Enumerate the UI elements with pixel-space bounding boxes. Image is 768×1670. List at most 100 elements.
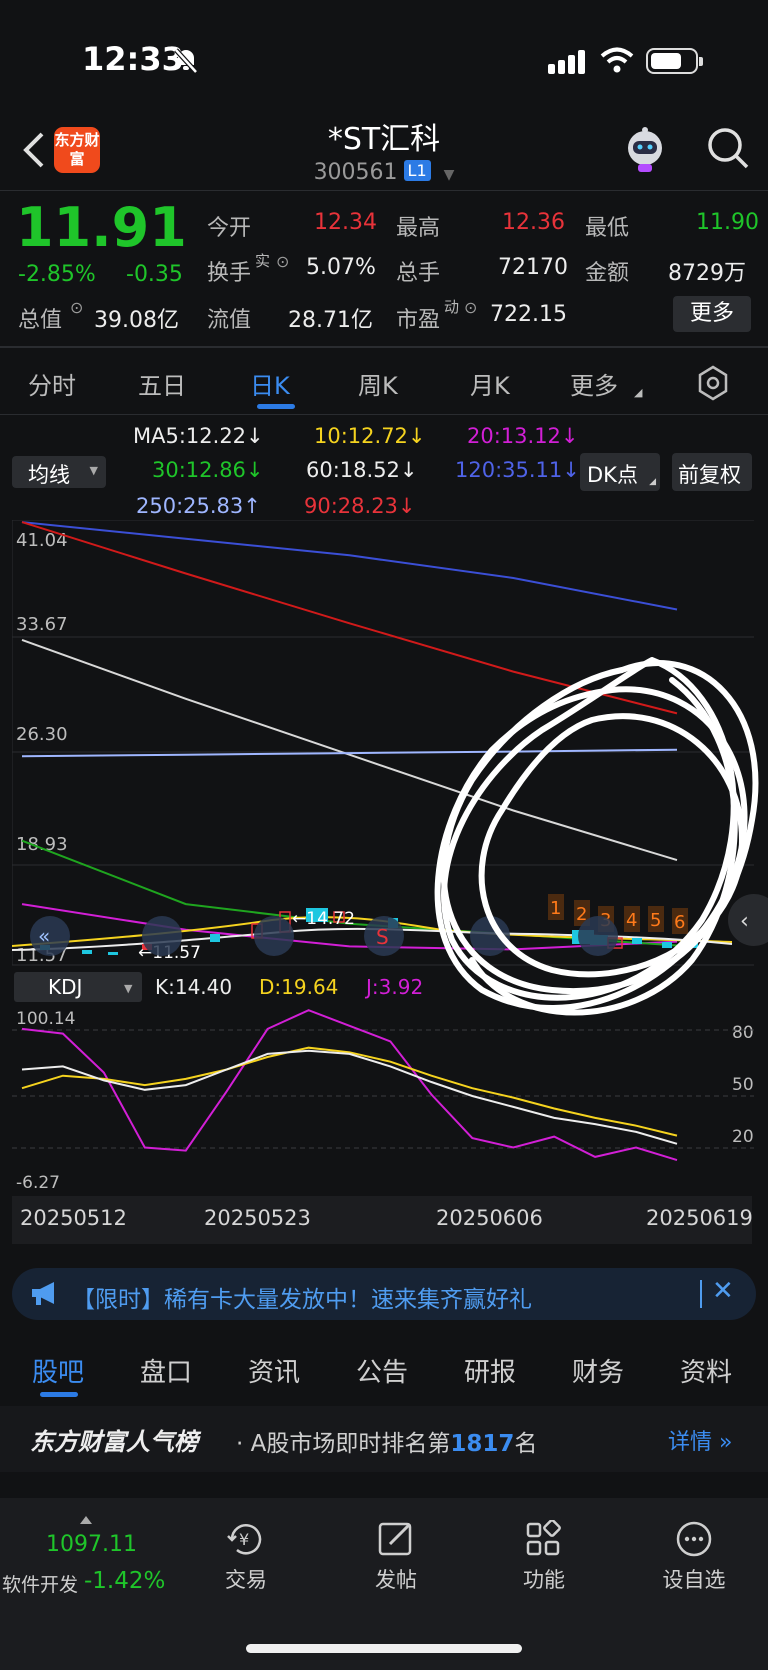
- battery-icon: [646, 48, 703, 74]
- tab-research[interactable]: 研报: [464, 1352, 516, 1389]
- status-time: 12:33: [82, 40, 184, 78]
- promo-text: 【限时】稀有卡大量发放中！速来集齐赢好礼: [72, 1287, 532, 1313]
- amount-label: 金额: [585, 261, 630, 286]
- stock-code: 300561: [313, 160, 398, 185]
- search-icon[interactable]: [706, 126, 750, 170]
- dk-markers: 1 2 3 4 5 6: [548, 894, 688, 934]
- rewind-icon: «: [38, 924, 50, 948]
- robot-assistant-icon[interactable]: [620, 126, 670, 174]
- tab-announcements[interactable]: 公告: [356, 1352, 408, 1389]
- date-label: 20250512: [20, 1206, 127, 1230]
- caret-up-icon[interactable]: [80, 1516, 92, 1524]
- home-indicator: [246, 1644, 522, 1653]
- pe-label: 市盈: [396, 308, 441, 333]
- marker-5: 5: [650, 910, 661, 931]
- adjust-button[interactable]: 前复权: [672, 453, 752, 491]
- low-label: 最低: [585, 216, 630, 241]
- kdj-d: D:19.64: [259, 975, 338, 999]
- info-icon[interactable]: ⊙: [70, 298, 83, 317]
- price-axis-2: 33.67: [16, 614, 68, 635]
- tab-finance[interactable]: 财务: [572, 1352, 624, 1389]
- sector-index-value[interactable]: 1097.11: [46, 1532, 137, 1557]
- sector-name[interactable]: 软件开发: [2, 1570, 78, 1597]
- nav-functions[interactable]: 功能: [494, 1520, 594, 1594]
- level-badge: L1: [403, 160, 431, 181]
- tab-more[interactable]: 更多: [570, 366, 618, 401]
- sector-change-pct[interactable]: -1.42%: [84, 1568, 165, 1594]
- wifi-icon: [600, 47, 634, 73]
- edit-icon: [378, 1522, 412, 1556]
- turnover-label: 换手: [207, 261, 252, 286]
- nav-post[interactable]: 发帖: [346, 1520, 446, 1594]
- high-value: 12.36: [502, 210, 565, 235]
- open-label: 今开: [207, 216, 252, 241]
- pe-value: 722.15: [490, 302, 567, 327]
- close-icon[interactable]: ✕: [712, 1276, 734, 1306]
- marker-4: 4: [626, 910, 637, 931]
- divider: [0, 414, 768, 415]
- bell-muted-icon: [174, 48, 198, 74]
- chevron-down-icon: ▼: [124, 982, 133, 995]
- ma120-value: 120:35.11↓: [455, 458, 580, 482]
- marker-6: 6: [674, 912, 685, 933]
- ma20-value: 20:13.12↓: [467, 424, 579, 448]
- nav-add-watchlist[interactable]: 设自选: [644, 1520, 744, 1594]
- kdj-line-K: [21, 1049, 678, 1145]
- indicator-select[interactable]: 均线 ▼: [12, 456, 106, 488]
- megaphone-icon: [32, 1282, 54, 1305]
- ranking-number: 1817: [450, 1431, 515, 1457]
- ma5-value: MA5:12.22↓: [133, 424, 264, 448]
- more-quote-button[interactable]: 更多: [673, 296, 751, 332]
- kdj-tick-80: 80: [732, 1023, 754, 1043]
- ma-lines: [21, 521, 678, 951]
- tab-day-k[interactable]: 日K: [250, 366, 290, 401]
- dk-point-button[interactable]: DK点 ◢: [580, 453, 660, 491]
- divider: [700, 1280, 702, 1308]
- kdj-lines: [21, 1009, 678, 1162]
- volume-label: 总手: [396, 261, 441, 286]
- ranking-brand: 东方财富人气榜: [30, 1428, 198, 1456]
- double-chevron-right-icon: »: [719, 1430, 733, 1455]
- volume-value: 72170: [498, 255, 568, 280]
- chevron-down-icon: ▼: [89, 464, 98, 477]
- float-value: 28.71亿: [288, 308, 373, 333]
- divider: [0, 190, 768, 191]
- marker-1: 1: [550, 898, 561, 919]
- tab-profile[interactable]: 资料: [680, 1352, 732, 1389]
- kdj-j: J:3.92: [364, 975, 423, 999]
- turnover-value: 5.07%: [306, 255, 376, 280]
- svg-text:¥: ¥: [239, 1530, 249, 1549]
- turnover-sup: 实: [255, 252, 271, 270]
- kdj-tick-20: 20: [732, 1127, 754, 1147]
- kline-chart[interactable]: 41.04 33.67 26.30 18.93 11.57 ←14.72 ←11…: [12, 520, 768, 1230]
- tab-news[interactable]: 资讯: [248, 1352, 300, 1389]
- kdj-label: KDJ: [48, 975, 82, 999]
- mktcap-value: 39.08亿: [94, 308, 179, 333]
- tab-order-book[interactable]: 盘口: [140, 1352, 192, 1389]
- ranking-text: · A股市场即时排名第1817名: [236, 1431, 538, 1457]
- tab-week-k[interactable]: 周K: [358, 366, 398, 401]
- current-price: 11.91: [16, 196, 187, 259]
- info-icon[interactable]: ⊙: [464, 298, 477, 317]
- tab-guba[interactable]: 股吧: [32, 1352, 84, 1389]
- apps-grid-icon: [526, 1520, 561, 1556]
- tab-month-k[interactable]: 月K: [470, 366, 510, 401]
- amount-value: 8729万: [668, 261, 746, 286]
- tab-intraday[interactable]: 分时: [28, 366, 76, 401]
- pe-sup: 动: [444, 298, 460, 316]
- chevron-down-icon[interactable]: ▼: [444, 167, 455, 183]
- caret-icon: ◢: [634, 386, 643, 399]
- gear-icon[interactable]: [695, 365, 731, 401]
- date-label: 20250606: [436, 1206, 543, 1230]
- price-axis-3: 26.30: [16, 724, 68, 745]
- ma30-value: 30:12.86↓: [152, 458, 264, 482]
- price-grid: [12, 520, 754, 966]
- info-icon[interactable]: ⊙: [276, 252, 289, 271]
- ranking-detail-link[interactable]: 详情 »: [668, 1424, 732, 1456]
- ma60-value: 60:18.52↓: [306, 458, 418, 482]
- open-value: 12.34: [314, 210, 377, 235]
- nav-trade[interactable]: ¥ 交易: [196, 1520, 296, 1594]
- tab-five-day[interactable]: 五日: [138, 366, 186, 401]
- kdj-tick-50: 50: [732, 1075, 754, 1095]
- tab-underline: [257, 404, 295, 409]
